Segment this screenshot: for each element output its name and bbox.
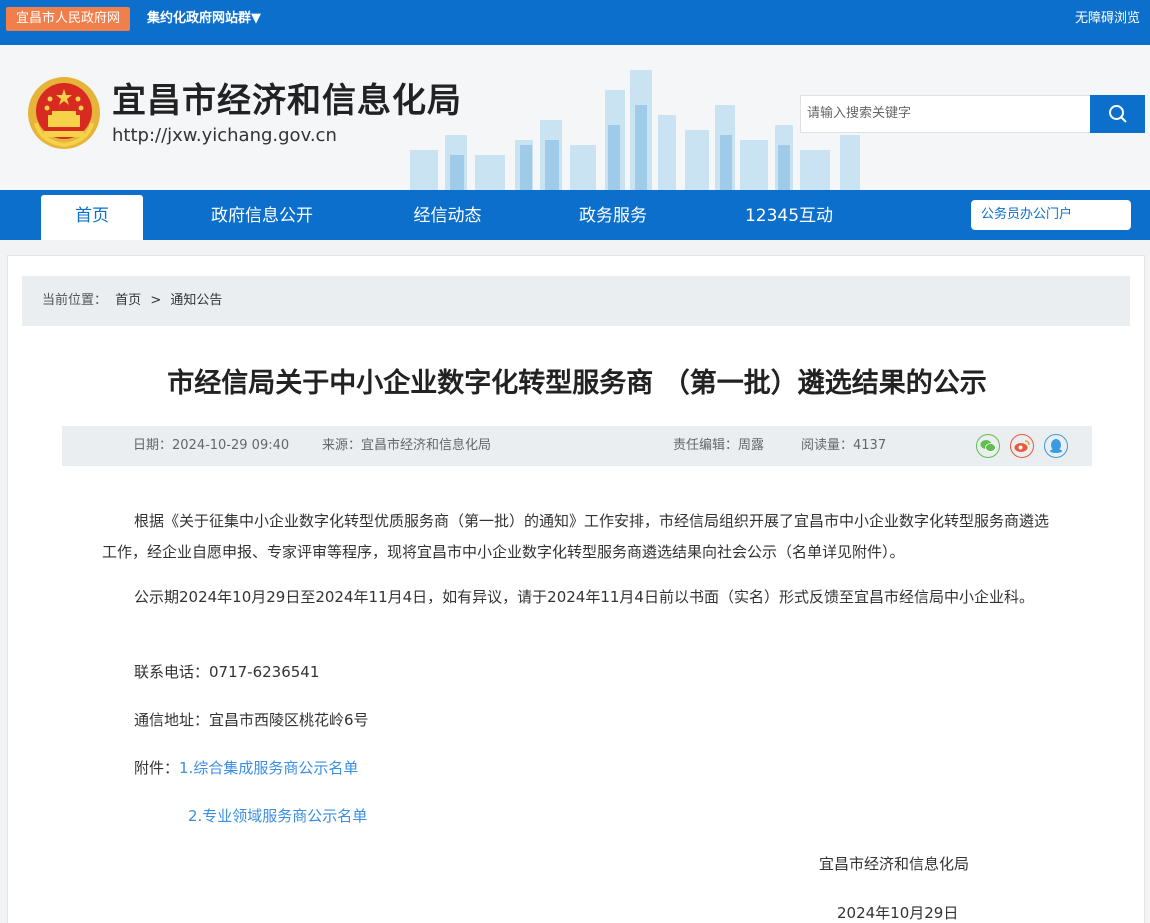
search-button[interactable]: [1090, 95, 1145, 133]
article-card: 当前位置： 首页 > 通知公告 市经信局关于中小企业数字化转型服务商 （第一批）…: [7, 255, 1145, 923]
share-weibo-button[interactable]: [1010, 434, 1034, 458]
national-emblem-logo: [28, 77, 100, 149]
share-qq-button[interactable]: [1044, 434, 1068, 458]
article-title: 市经信局关于中小企业数字化转型服务商 （第一批）遴选结果的公示: [167, 368, 987, 399]
search-icon: [1108, 105, 1127, 123]
nav-item-news[interactable]: 经信动态: [395, 195, 500, 240]
search-input[interactable]: 请输入搜索关键字: [800, 95, 1090, 133]
article-paragraph-1: 根据《关于征集中小企业数字化转型优质服务商（第一批）的通知》工作安排，市经信局组…: [102, 512, 1050, 561]
attachment-link-1[interactable]: 1.综合集成服务商公示名单: [179, 759, 358, 777]
share-wechat-button[interactable]: [976, 434, 1000, 458]
contact-address: 通信地址：宜昌市西陵区桃花岭6号: [134, 711, 369, 729]
attachment-label: 附件：: [134, 759, 180, 777]
weibo-icon: [1014, 440, 1030, 452]
signature-date: 2024年10月29日: [837, 904, 959, 922]
breadcrumb-separator: >: [150, 293, 162, 308]
contact-phone: 联系电话：0717-6236541: [134, 663, 320, 681]
nav-item-home[interactable]: 首页: [41, 195, 143, 240]
attachments: 附件：1.综合集成服务商公示名单: [102, 753, 1062, 784]
breadcrumb: 当前位置： 首页 > 通知公告: [22, 276, 1130, 326]
signature-organization: 宜昌市经济和信息化局: [819, 855, 970, 873]
breadcrumb-prefix: 当前位置：: [42, 293, 108, 308]
top-bar: 宜昌市人民政府网 集约化政府网站群▼ 无障碍浏览: [0, 0, 1150, 45]
main-nav: 首页 政府信息公开 经信动态 政务服务 12345互动 公务员办公门户: [0, 190, 1150, 240]
nav-item-12345[interactable]: 12345互动: [728, 195, 850, 240]
city-government-link[interactable]: 宜昌市人民政府网: [6, 7, 131, 31]
nav-item-services[interactable]: 政务服务: [562, 195, 664, 240]
breadcrumb-home[interactable]: 首页: [115, 293, 141, 308]
article-editor: 责任编辑：周露: [673, 438, 765, 453]
civil-servant-portal-link[interactable]: 公务员办公门户: [971, 200, 1131, 230]
article-paragraph-2: 公示期2024年10月29日至2024年11月4日，如有异议，请于2024年11…: [134, 588, 1034, 606]
site-group-dropdown[interactable]: 集约化政府网站群▼: [147, 10, 261, 28]
article-views: 阅读量：4137: [801, 438, 887, 453]
article-date: 日期：2024-10-29 09:40: [133, 438, 290, 453]
site-header: 宜昌市经济和信息化局 http://jxw.yichang.gov.cn 请输入…: [0, 45, 1150, 190]
breadcrumb-current[interactable]: 通知公告: [170, 293, 222, 308]
nav-item-gov-info[interactable]: 政府信息公开: [192, 195, 332, 240]
article-source: 来源：宜昌市经济和信息化局: [322, 438, 492, 453]
wechat-icon: [980, 440, 996, 452]
attachment-link-2[interactable]: 2.专业领域服务商公示名单: [188, 807, 367, 825]
article-meta: 日期：2024-10-29 09:40 来源：宜昌市经济和信息化局 责任编辑：周…: [62, 426, 1092, 466]
site-title: 宜昌市经济和信息化局: [112, 81, 462, 121]
attachment-row-2: 2.专业领域服务商公示名单: [102, 801, 1062, 832]
site-url: http://jxw.yichang.gov.cn: [112, 125, 337, 146]
accessibility-link[interactable]: 无障碍浏览: [1075, 10, 1140, 28]
qq-icon: [1050, 439, 1062, 453]
